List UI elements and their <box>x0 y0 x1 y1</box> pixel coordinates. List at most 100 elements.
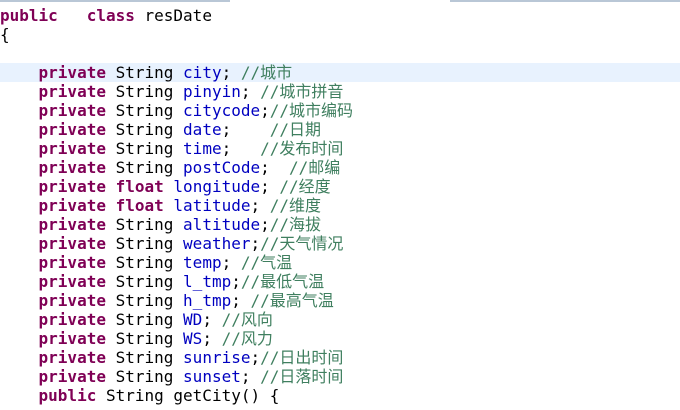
field-type: String <box>115 82 174 101</box>
keyword-private: private <box>38 253 106 272</box>
field-line-date[interactable]: private String date; //日期 <box>0 120 680 139</box>
keyword-private: private <box>38 291 106 310</box>
keyword-private: private <box>38 272 106 291</box>
field-name: WD <box>183 310 203 329</box>
field-comment: //日出时间 <box>260 348 344 367</box>
field-name: sunrise <box>183 348 251 367</box>
class-declaration-line[interactable]: public class resDate <box>0 6 680 25</box>
keyword-private: private <box>38 367 106 386</box>
field-line-time[interactable]: private String time; //发布时间 <box>0 139 680 158</box>
field-line-sunset[interactable]: private String sunset; //日落时间 <box>0 367 680 386</box>
field-name: pinyin <box>183 82 241 101</box>
keyword-private: private <box>38 101 106 120</box>
field-comment: //邮编 <box>289 158 341 177</box>
keyword-private: private <box>38 215 106 234</box>
field-line-sunrise[interactable]: private String sunrise;//日出时间 <box>0 348 680 367</box>
keyword-private: private <box>38 63 106 82</box>
field-name: altitude <box>183 215 261 234</box>
field-terminator: ; <box>221 63 241 82</box>
field-type: float <box>115 177 164 196</box>
field-comment: //日期 <box>269 120 322 139</box>
field-terminator: ; <box>260 215 270 234</box>
field-terminator: ; <box>202 329 222 348</box>
field-line-citycode[interactable]: private String citycode;//城市编码 <box>0 101 680 120</box>
field-comment: //日落时间 <box>260 367 344 386</box>
field-terminator: ; <box>221 253 241 272</box>
field-terminator: ; <box>240 82 261 101</box>
field-type: String <box>115 348 174 367</box>
keyword-private: private <box>38 158 106 177</box>
field-comment: //气温 <box>240 253 293 272</box>
field-type: String <box>115 253 174 272</box>
field-type: String <box>115 291 174 310</box>
method-signature: getCity() { <box>173 386 280 405</box>
field-terminator: ; <box>260 177 280 196</box>
field-comment: //城市拼音 <box>260 82 344 101</box>
field-comment: //经度 <box>279 177 331 196</box>
field-line-weather[interactable]: private String weather;//天气情况 <box>0 234 680 253</box>
field-terminator: ; <box>221 139 261 158</box>
field-terminator: ; <box>260 101 270 120</box>
field-name: temp <box>183 253 222 272</box>
field-comment: //风力 <box>221 329 273 348</box>
field-terminator: ; <box>231 291 251 310</box>
field-name: city <box>183 63 222 82</box>
field-type: String <box>115 367 174 386</box>
field-name: date <box>183 120 222 139</box>
field-line-wd[interactable]: private String WD; //风向 <box>0 310 680 329</box>
keyword-private: private <box>38 82 106 101</box>
keyword-private: private <box>38 234 106 253</box>
field-terminator: ; <box>240 367 261 386</box>
field-comment: //最低气温 <box>240 272 325 291</box>
field-comment: //风向 <box>221 310 273 329</box>
field-line-city[interactable]: private String city; //城市 <box>0 63 680 82</box>
field-name: citycode <box>183 101 261 120</box>
field-line-longitude[interactable]: private float longitude; //经度 <box>0 177 680 196</box>
keyword-private: private <box>38 348 106 367</box>
field-type: String <box>115 310 174 329</box>
field-type: String <box>115 234 174 253</box>
field-type: String <box>115 63 174 82</box>
field-name: h_tmp <box>183 291 232 310</box>
field-terminator: ; <box>260 158 290 177</box>
field-name: sunset <box>183 367 241 386</box>
field-line-temp[interactable]: private String temp; //气温 <box>0 253 680 272</box>
keyword-public: public <box>38 386 97 405</box>
field-line-pinyin[interactable]: private String pinyin; //城市拼音 <box>0 82 680 101</box>
field-comment: //维度 <box>269 196 322 215</box>
field-line-latitude[interactable]: private float latitude; //维度 <box>0 196 680 215</box>
field-line-altitude[interactable]: private String altitude;//海拔 <box>0 215 680 234</box>
field-type: String <box>115 139 174 158</box>
field-terminator: ; <box>250 348 261 367</box>
keyword-public: public <box>0 6 58 25</box>
field-line-l-tmp[interactable]: private String l_tmp;//最低气温 <box>0 272 680 291</box>
field-comment: //最高气温 <box>250 291 334 310</box>
field-type: String <box>115 120 174 139</box>
field-terminator: ; <box>221 120 270 139</box>
open-brace: { <box>0 25 10 44</box>
field-terminator: ; <box>250 234 261 253</box>
field-type: String <box>115 272 174 291</box>
field-type: float <box>115 196 164 215</box>
field-comment: //城市编码 <box>269 101 354 120</box>
open-brace-line[interactable]: { <box>0 25 680 44</box>
field-line-h-tmp[interactable]: private String h_tmp; //最高气温 <box>0 291 680 310</box>
field-line-ws[interactable]: private String WS; //风力 <box>0 329 680 348</box>
field-name: latitude <box>173 196 251 215</box>
field-type: String <box>115 215 174 234</box>
field-type: String <box>115 101 174 120</box>
field-terminator: ; <box>250 196 270 215</box>
field-name: WS <box>183 329 203 348</box>
code-editor[interactable]: public class resDate { private String ci… <box>0 0 680 410</box>
field-comment: //天气情况 <box>260 234 344 253</box>
method-declaration-line[interactable]: public String getCity() { <box>0 386 680 405</box>
keyword-private: private <box>38 120 106 139</box>
field-comment: //海拔 <box>269 215 322 234</box>
keyword-private: private <box>38 196 106 215</box>
field-line-postcode[interactable]: private String postCode; //邮编 <box>0 158 680 177</box>
keyword-private: private <box>38 310 106 329</box>
field-type: String <box>115 329 174 348</box>
field-comment: //城市 <box>240 63 293 82</box>
keyword-private: private <box>38 177 106 196</box>
field-terminator: ; <box>202 310 222 329</box>
